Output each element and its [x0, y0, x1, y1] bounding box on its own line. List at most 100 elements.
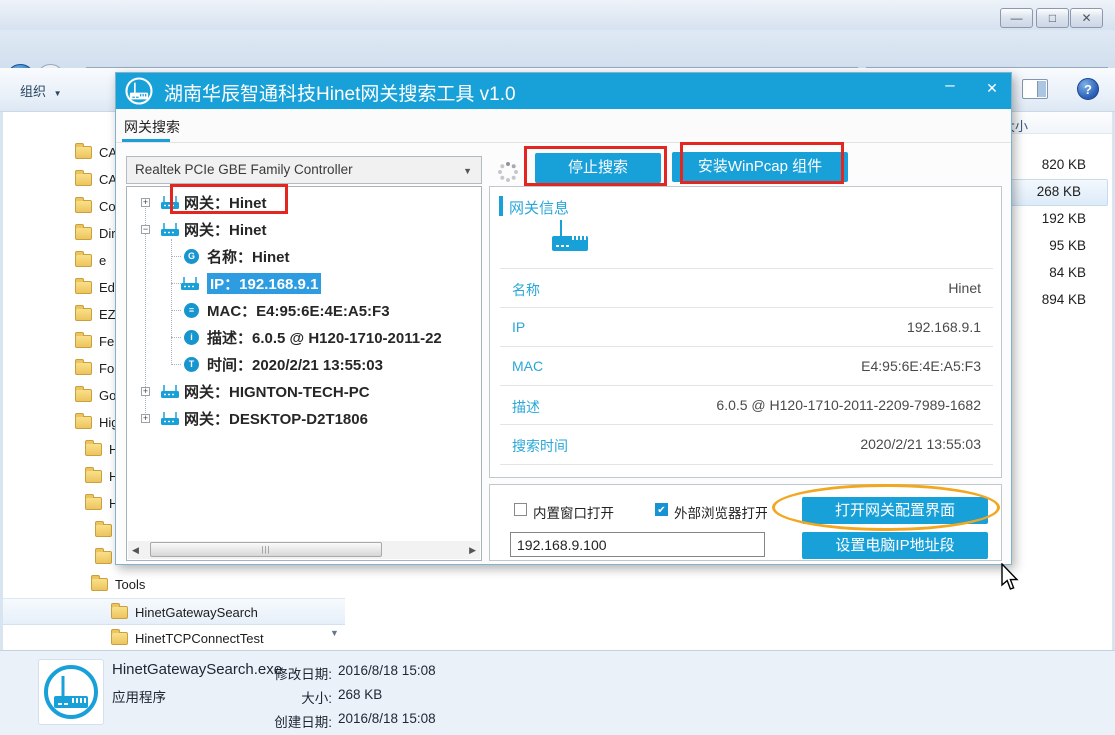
- close-button[interactable]: ✕: [1070, 8, 1103, 28]
- info-value: E4:95:6E:4E:A5:F3: [861, 358, 981, 374]
- folder-icon: [75, 335, 92, 348]
- preview-pane-button[interactable]: [1022, 79, 1048, 99]
- builtin-window-checkbox[interactable]: [514, 503, 527, 516]
- divider: [500, 464, 993, 465]
- nav-item-hinetgatewaysearch[interactable]: HinetGatewaySearch: [3, 598, 345, 625]
- tree-item-label-selected: IP：192.168.9.1: [207, 273, 321, 294]
- collapse-icon[interactable]: −: [141, 225, 150, 234]
- info-label: MAC: [512, 358, 543, 374]
- nav-item-tools[interactable]: Tools: [3, 571, 345, 598]
- folder-icon: [75, 389, 92, 402]
- tree-item-ip[interactable]: IP：192.168.9.1: [127, 270, 481, 297]
- tree-item-gateway[interactable]: + 网关：HIGNTON-TECH-PC: [127, 378, 481, 405]
- folder-icon: [111, 606, 128, 619]
- gateway-tree: + 网关：Hinet − 网关：Hinet 名称：Hinet IP：192.16…: [126, 186, 482, 561]
- help-button[interactable]: ?: [1077, 78, 1099, 100]
- set-pc-ip-button[interactable]: 设置电脑IP地址段: [802, 532, 988, 559]
- router-icon: [160, 411, 180, 430]
- info-header: 网关信息: [509, 197, 569, 218]
- builtin-window-label: 内置窗口打开: [533, 502, 614, 522]
- tree-item-name[interactable]: 名称：Hinet: [127, 243, 481, 270]
- tree-connector: [171, 364, 181, 365]
- info-row-mac: MAC E4:95:6E:4E:A5:F3: [500, 346, 993, 385]
- tree-connector: [171, 337, 181, 338]
- horizontal-scrollbar[interactable]: ◀ ||| ▶: [128, 541, 480, 559]
- nav-item-hinettcpconnecttest[interactable]: HinetTCPConnectTest: [3, 625, 345, 650]
- tree-item-label: 网关：HIGNTON-TECH-PC: [184, 381, 370, 402]
- adapter-select[interactable]: Realtek PCIe GBE Family Controller ▼: [126, 156, 482, 184]
- annotation-orange-ellipse: [772, 484, 1000, 531]
- tree-item-gateway[interactable]: + 网关：DESKTOP-D2T1806: [127, 405, 481, 432]
- search-spinner-icon: [497, 161, 519, 188]
- router-icon: [160, 384, 180, 403]
- size-value: 268 KB: [338, 687, 382, 702]
- info-value: 2020/2/21 13:55:03: [860, 436, 981, 452]
- router-icon: [160, 222, 180, 241]
- folder-icon: [75, 200, 92, 213]
- folder-icon: [75, 227, 92, 240]
- scroll-left-icon[interactable]: ◀: [132, 545, 139, 556]
- folder-icon: [75, 416, 92, 429]
- organize-button[interactable]: 组织 ▼: [20, 81, 62, 100]
- dialog-minimize-button[interactable]: –: [938, 75, 962, 95]
- info-label: 描述: [512, 397, 540, 417]
- tree-item-gateway[interactable]: − 网关：Hinet: [127, 216, 481, 243]
- info-row-ip: IP 192.168.9.1: [500, 307, 993, 346]
- dialog-close-button[interactable]: ✕: [980, 80, 1004, 97]
- folder-icon: [85, 470, 102, 483]
- folder-icon: [91, 578, 108, 591]
- expand-icon[interactable]: +: [141, 198, 150, 207]
- router-logo-icon: [124, 76, 154, 111]
- size-label: 大小:: [240, 687, 332, 707]
- tab-gateway-search[interactable]: 网关搜索: [124, 117, 180, 137]
- nav-item-label: Tools: [115, 577, 145, 592]
- folder-icon: [95, 524, 112, 537]
- annotation-red-box: [680, 142, 844, 184]
- tree-connector: [171, 256, 181, 257]
- time-pin-icon: [184, 357, 199, 372]
- created-label: 创建日期:: [240, 711, 332, 731]
- scroll-down-icon[interactable]: ▼: [330, 628, 339, 638]
- info-row-name: 名称 Hinet: [500, 268, 993, 307]
- folder-icon: [111, 632, 128, 645]
- modified-value: 2016/8/18 15:08: [338, 663, 436, 678]
- tree-item-mac[interactable]: MAC：E4:95:6E:4E:A5:F3: [127, 297, 481, 324]
- gateway-info-panel: 网关信息 名称 Hinet IP 192.168.9.1: [489, 186, 1002, 478]
- ip-address-input[interactable]: [510, 532, 765, 557]
- external-browser-checkbox[interactable]: ✔: [655, 503, 668, 516]
- organize-label: 组织: [20, 84, 46, 99]
- nav-item-label: Ed: [99, 280, 115, 295]
- info-value: Hinet: [948, 280, 981, 296]
- folder-icon: [75, 254, 92, 267]
- tree-item-time[interactable]: 时间：2020/2/21 13:55:03: [127, 351, 481, 378]
- minimize-button[interactable]: —: [1000, 8, 1033, 28]
- expand-icon[interactable]: +: [141, 387, 150, 396]
- router-logo-icon: [42, 663, 100, 721]
- annotation-red-box: [170, 184, 288, 214]
- scrollbar-thumb[interactable]: |||: [150, 542, 382, 557]
- mac-pin-icon: [184, 303, 199, 318]
- dialog-title: 湖南华辰智通科技Hinet网关搜索工具 v1.0: [164, 79, 516, 106]
- nav-item-label: HinetTCPConnectTest: [135, 631, 264, 646]
- nav-item-label: e: [99, 253, 106, 268]
- folder-icon: [85, 497, 102, 510]
- details-filetype: 应用程序: [112, 686, 166, 706]
- scroll-right-icon[interactable]: ▶: [469, 545, 476, 556]
- adapter-select-value: Realtek PCIe GBE Family Controller: [135, 162, 353, 177]
- folder-icon: [75, 173, 92, 186]
- details-pane: HinetGatewaySearch.exe 应用程序 修改日期: 2016/8…: [0, 650, 1115, 735]
- dialog-titlebar: 湖南华辰智通科技Hinet网关搜索工具 v1.0 – ✕: [116, 73, 1011, 109]
- expand-icon[interactable]: +: [141, 414, 150, 423]
- info-pin-icon: [184, 330, 199, 345]
- info-row-description: 描述 6.0.5 @ H120-1710-2011-2209-7989-1682: [500, 385, 993, 424]
- tree-item-label: 网关：Hinet: [184, 219, 267, 240]
- maximize-button[interactable]: □: [1036, 8, 1069, 28]
- tab-underline: [122, 139, 170, 142]
- nav-item-label: Dir: [99, 226, 116, 241]
- chevron-down-icon: ▼: [54, 89, 62, 98]
- info-row-search-time: 搜索时间 2020/2/21 13:55:03: [500, 424, 993, 463]
- annotation-red-box: [524, 146, 667, 186]
- name-pin-icon: [184, 249, 199, 264]
- router-icon: [548, 217, 592, 258]
- tree-item-description[interactable]: 描述：6.0.5 @ H120-1710-2011-22: [127, 324, 481, 351]
